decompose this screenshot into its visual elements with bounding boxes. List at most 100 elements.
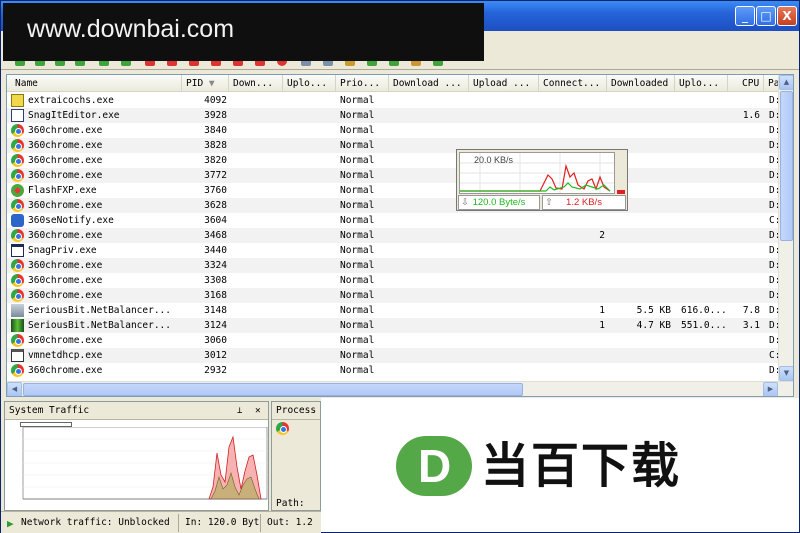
process-cpu bbox=[728, 273, 760, 288]
table-row[interactable]: 360chrome.exe3840NormalD:\ bbox=[7, 123, 783, 138]
column-header-name[interactable]: Name bbox=[11, 75, 182, 92]
column-header-upload-rate[interactable]: Uplo... bbox=[283, 75, 336, 92]
process-pid: 3060 bbox=[204, 335, 227, 346]
process-connections bbox=[539, 93, 605, 108]
process-priority: Normal bbox=[340, 365, 375, 376]
table-row[interactable]: SnagPriv.exe3440NormalD:\ bbox=[7, 243, 783, 258]
table-row[interactable]: extraicochs.exe4092NormalD:\ bbox=[7, 93, 783, 108]
process-name: SeriousBit.NetBalancer... bbox=[28, 305, 171, 316]
pin-icon[interactable]: ⊥ bbox=[237, 402, 242, 420]
process-connections bbox=[539, 348, 605, 363]
process-cpu bbox=[728, 168, 760, 183]
process-connections bbox=[539, 258, 605, 273]
table-row[interactable]: 360chrome.exe3324NormalD:\ bbox=[7, 258, 783, 273]
process-pid: 3772 bbox=[204, 170, 227, 181]
process-cpu bbox=[728, 198, 760, 213]
process-priority: Normal bbox=[340, 335, 375, 346]
chrome-icon bbox=[11, 274, 24, 287]
process-uploaded bbox=[681, 153, 729, 168]
process-pid: 3928 bbox=[204, 110, 227, 121]
table-row[interactable]: 360chrome.exe3828NormalD:\ bbox=[7, 138, 783, 153]
column-header-cpu[interactable]: CPU bbox=[728, 75, 764, 92]
scroll-up-icon[interactable]: ▲ bbox=[779, 75, 793, 90]
process-name: 360chrome.exe bbox=[28, 275, 103, 286]
chrome-icon bbox=[11, 334, 24, 347]
table-row[interactable]: SnagItEditor.exe3928Normal1.6D:\ bbox=[7, 108, 783, 123]
table-row[interactable]: SeriousBit.NetBalancer... 3124 Normal 1 4.7 … bbox=[7, 318, 783, 333]
process-uploaded bbox=[681, 138, 729, 153]
maximize-button[interactable]: □ bbox=[756, 6, 776, 26]
table-row[interactable]: 360chrome.exe3468Normal2D:\ bbox=[7, 228, 783, 243]
process-downloaded bbox=[607, 213, 671, 228]
column-header-downloaded[interactable]: Downloaded bbox=[607, 75, 675, 92]
process-priority: Normal bbox=[340, 200, 375, 211]
vertical-scroll-thumb[interactable] bbox=[780, 91, 793, 241]
column-header-connections[interactable]: Connect... bbox=[539, 75, 607, 92]
chrome-icon bbox=[11, 124, 24, 137]
table-row[interactable]: 360chrome.exe3628NormalD:\ bbox=[7, 198, 783, 213]
brand-logo-icon: D bbox=[396, 436, 472, 496]
chrome-icon bbox=[276, 422, 289, 435]
column-header-pid[interactable]: PID ▼ bbox=[182, 75, 229, 92]
process-cpu bbox=[728, 153, 760, 168]
process-list[interactable]: Name PID ▼ Down... Uplo... Prio... Downl… bbox=[6, 74, 794, 397]
process-name: 360chrome.exe bbox=[28, 290, 103, 301]
process-connections bbox=[539, 288, 605, 303]
table-row[interactable]: 360seNotify.exe3604NormalC:\ bbox=[7, 213, 783, 228]
process-uploaded bbox=[681, 198, 729, 213]
process-pid: 3440 bbox=[204, 245, 227, 256]
scroll-right-icon[interactable]: ▶ bbox=[763, 382, 778, 396]
process-pid: 3760 bbox=[204, 185, 227, 196]
process-name: 360chrome.exe bbox=[28, 230, 103, 241]
scroll-left-icon[interactable]: ◀ bbox=[7, 382, 22, 396]
process-uploaded bbox=[681, 258, 729, 273]
close-panel-icon[interactable]: ✕ bbox=[255, 402, 261, 420]
chrome-icon bbox=[11, 364, 24, 377]
close-button[interactable]: X bbox=[777, 6, 797, 26]
column-header-upload-limit[interactable]: Upload ... bbox=[469, 75, 539, 92]
horizontal-scrollbar[interactable]: ◀ ▶ bbox=[7, 381, 793, 396]
panel-title: System Traffic ⊥ ✕ bbox=[5, 402, 268, 420]
table-row[interactable]: SeriousBit.NetBalancer... 3148 Normal 1 5.5 … bbox=[7, 303, 783, 318]
table-row[interactable]: 360chrome.exe3308NormalD:\ bbox=[7, 273, 783, 288]
vm-icon bbox=[11, 349, 24, 362]
download-arrow-icon: ⇩ bbox=[461, 197, 469, 208]
extract-icon bbox=[11, 94, 24, 107]
process-name: 360chrome.exe bbox=[28, 125, 103, 136]
popup-traffic-graph: 20.0 KB/s bbox=[459, 152, 615, 194]
process-cpu: 1.6 bbox=[742, 110, 760, 121]
table-row[interactable]: 360chrome.exe2932NormalD:\ bbox=[7, 363, 783, 378]
process-cpu bbox=[728, 213, 760, 228]
table-row[interactable]: vmnetdhcp.exe3012NormalC:\ bbox=[7, 348, 783, 363]
table-row[interactable]: 360chrome.exe3772NormalD:\ bbox=[7, 168, 783, 183]
brand-name: 当百下载 bbox=[481, 438, 682, 494]
process-uploaded bbox=[681, 168, 729, 183]
chrome-icon bbox=[11, 229, 24, 242]
process-downloaded bbox=[607, 333, 671, 348]
column-header-priority[interactable]: Prio... bbox=[336, 75, 389, 92]
scroll-down-icon[interactable]: ▼ bbox=[779, 366, 793, 381]
column-header-download-limit[interactable]: Download ... bbox=[389, 75, 469, 92]
upload-rate-cell: ⇧ 1.2 KB/s bbox=[542, 195, 626, 210]
horizontal-scroll-thumb[interactable] bbox=[23, 383, 523, 396]
process-uploaded bbox=[681, 243, 729, 258]
table-row[interactable]: 360chrome.exe3168NormalD:\ bbox=[7, 288, 783, 303]
process-priority: Normal bbox=[340, 230, 375, 241]
process-downloaded bbox=[607, 243, 671, 258]
process-downloaded bbox=[607, 288, 671, 303]
table-row[interactable]: FlashFXP.exe3760NormalD:\ bbox=[7, 183, 783, 198]
notify-icon bbox=[11, 214, 24, 227]
table-row[interactable]: 360chrome.exe3820NormalD:\ bbox=[7, 153, 783, 168]
minimize-button[interactable]: _ bbox=[735, 6, 755, 26]
table-row[interactable]: 360chrome.exe3060NormalD:\ bbox=[7, 333, 783, 348]
column-header-uploaded[interactable]: Uplo... bbox=[675, 75, 728, 92]
sort-desc-icon: ▼ bbox=[208, 78, 215, 89]
process-name: 360chrome.exe bbox=[28, 155, 103, 166]
vertical-scrollbar[interactable]: ▲ ▼ bbox=[778, 75, 793, 381]
process-name: vmnetdhcp.exe bbox=[28, 350, 103, 361]
play-icon[interactable]: ▶ bbox=[7, 515, 14, 533]
process-pid: 2932 bbox=[204, 365, 227, 376]
popup-scale-label: 20.0 KB/s bbox=[474, 155, 514, 165]
column-header-download-rate[interactable]: Down... bbox=[229, 75, 283, 92]
process-name: 360seNotify.exe bbox=[28, 215, 114, 226]
